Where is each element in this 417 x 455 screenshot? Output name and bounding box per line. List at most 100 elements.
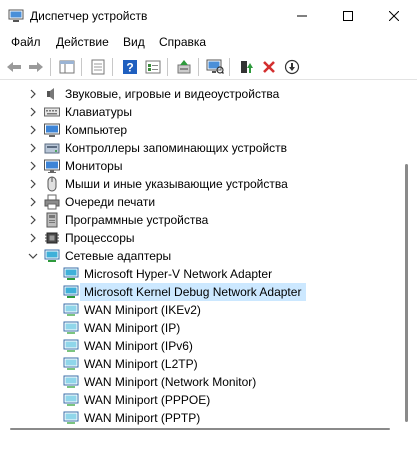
- speaker-icon: [47, 88, 54, 100]
- network-adapter-icon: [63, 411, 79, 424]
- tree-device-hyperv-adapter[interactable]: Microsoft Hyper-V Network Adapter: [0, 265, 400, 283]
- device-manager-icon: [8, 9, 24, 22]
- show-hide-console-button[interactable]: [57, 57, 77, 77]
- update-driver-icon: [177, 60, 191, 74]
- menu-bar: Файл Действие Вид Справка: [0, 32, 417, 54]
- tree-category-keyboards[interactable]: Клавиатуры: [0, 103, 400, 121]
- disable-device-button[interactable]: [282, 57, 302, 77]
- uninstall-device-button[interactable]: [259, 57, 279, 77]
- menu-action[interactable]: Действие: [56, 35, 109, 49]
- tree-device-wan-ip[interactable]: WAN Miniport (IP): [0, 319, 400, 337]
- network-adapter-icon: [63, 303, 79, 316]
- tree-device-wan-ikev2[interactable]: WAN Miniport (IKEv2): [0, 301, 400, 319]
- tree-device-wan-ipv6[interactable]: WAN Miniport (IPv6): [0, 337, 400, 355]
- chevron-right-icon[interactable]: [27, 232, 39, 244]
- tree-device-kernel-debug-adapter[interactable]: Microsoft Kernel Debug Network Adapter: [0, 283, 400, 301]
- device-tree: Звуковые, игровые и видеоустройства Клав…: [0, 80, 417, 455]
- help-icon: ?: [123, 60, 137, 75]
- minimize-button[interactable]: [279, 0, 325, 32]
- tree-label: WAN Miniport (IKEv2): [84, 303, 201, 317]
- help-button[interactable]: ?: [120, 57, 140, 77]
- chevron-right-icon[interactable]: [27, 160, 39, 172]
- scan-hardware-button[interactable]: [205, 57, 225, 77]
- tree-label: WAN Miniport (L2TP): [84, 357, 198, 371]
- toolbar-separator: [112, 58, 113, 76]
- back-button[interactable]: [4, 57, 24, 77]
- forward-button[interactable]: [26, 57, 46, 77]
- svg-text:?: ?: [126, 61, 133, 75]
- tree-label: WAN Miniport (Network Monitor): [84, 375, 257, 389]
- network-adapter-icon: [63, 393, 79, 406]
- tree-device-wan-pptp[interactable]: WAN Miniport (PPTP): [0, 409, 400, 427]
- chevron-right-icon[interactable]: [27, 124, 39, 136]
- chevron-right-icon[interactable]: [27, 196, 39, 208]
- disable-device-icon: [284, 59, 300, 75]
- tree-label: Программные устройства: [65, 213, 209, 227]
- chevron-right-icon[interactable]: [27, 142, 39, 154]
- update-driver-button[interactable]: [174, 57, 194, 77]
- enable-device-button[interactable]: [236, 57, 256, 77]
- properties-icon: [91, 59, 105, 75]
- scrollbar-thumb[interactable]: [405, 164, 408, 422]
- chevron-right-icon[interactable]: [27, 214, 39, 226]
- toolbar-separator: [167, 58, 168, 76]
- uninstall-icon: [263, 61, 275, 73]
- tree-category-monitors[interactable]: Мониторы: [0, 157, 400, 175]
- menu-view[interactable]: Вид: [123, 35, 145, 49]
- tree-category-print-queues[interactable]: Очереди печати: [0, 193, 400, 211]
- toolbar: ?: [0, 54, 417, 80]
- network-adapter-icon: [63, 267, 79, 280]
- tree-label: WAN Miniport (IPv6): [84, 339, 193, 353]
- tree-category-mice[interactable]: Мыши и иные указывающие устройства: [0, 175, 400, 193]
- toolbar-separator: [50, 58, 51, 76]
- tree-category-network-adapters[interactable]: Сетевые адаптеры: [0, 247, 400, 265]
- enable-device-icon: [241, 61, 253, 73]
- tree-label: Сетевые адаптеры: [65, 249, 172, 263]
- hscroll-thumb[interactable]: [10, 428, 390, 430]
- view-icon: [145, 60, 161, 74]
- tree-device-wan-network-monitor[interactable]: WAN Miniport (Network Monitor): [0, 373, 400, 391]
- tree-device-wan-l2tp[interactable]: WAN Miniport (L2TP): [0, 355, 400, 373]
- chevron-right-icon[interactable]: [27, 178, 39, 190]
- back-arrow-icon: [7, 62, 21, 72]
- vertical-scrollbar[interactable]: [398, 80, 417, 455]
- tree-label: Клавиатуры: [65, 105, 132, 119]
- monitor-icon: [44, 159, 60, 173]
- chevron-right-icon[interactable]: [27, 88, 39, 100]
- menu-help[interactable]: Справка: [159, 35, 206, 49]
- processor-icon: [45, 232, 59, 244]
- tree-category-processors[interactable]: Процессоры: [0, 229, 400, 247]
- show-hide-icon: [59, 60, 75, 74]
- tree-label: Мониторы: [65, 159, 123, 173]
- network-adapter-icon: [63, 285, 79, 298]
- tree-category-software-devices[interactable]: Программные устройства: [0, 211, 400, 229]
- tree-label: Microsoft Hyper-V Network Adapter: [84, 267, 273, 281]
- chevron-right-icon[interactable]: [27, 106, 39, 118]
- mouse-icon: [47, 176, 57, 192]
- network-adapter-icon: [63, 321, 79, 334]
- scan-hardware-icon: [206, 59, 224, 74]
- toolbar-separator: [81, 58, 82, 76]
- chevron-down-icon[interactable]: [27, 250, 39, 262]
- software-device-icon: [46, 212, 58, 228]
- network-adapter-icon: [63, 375, 79, 388]
- tree-label: Мыши и иные указывающие устройства: [65, 177, 288, 191]
- storage-controller-icon: [44, 143, 60, 154]
- close-button[interactable]: [371, 0, 417, 32]
- tree-label: Контроллеры запоминающих устройств: [65, 141, 287, 155]
- tree-category-storage-controllers[interactable]: Контроллеры запоминающих устройств: [0, 139, 400, 157]
- minimize-icon: [297, 15, 307, 17]
- printer-icon: [44, 194, 60, 210]
- view-button[interactable]: [143, 57, 163, 77]
- tree-category-sound[interactable]: Звуковые, игровые и видеоустройства: [0, 85, 400, 103]
- toolbar-separator: [229, 58, 230, 76]
- keyboard-icon: [44, 107, 60, 117]
- tree-device-wan-pppoe[interactable]: WAN Miniport (PPPOE): [0, 391, 400, 409]
- toolbar-separator: [198, 58, 199, 76]
- menu-file[interactable]: Файл: [11, 35, 41, 49]
- maximize-button[interactable]: [325, 0, 371, 32]
- horizontal-scrollbar[interactable]: [0, 428, 398, 430]
- tree-category-computer[interactable]: Компьютер: [0, 121, 400, 139]
- properties-button[interactable]: [88, 57, 108, 77]
- tree-label: WAN Miniport (PPPOE): [84, 393, 211, 407]
